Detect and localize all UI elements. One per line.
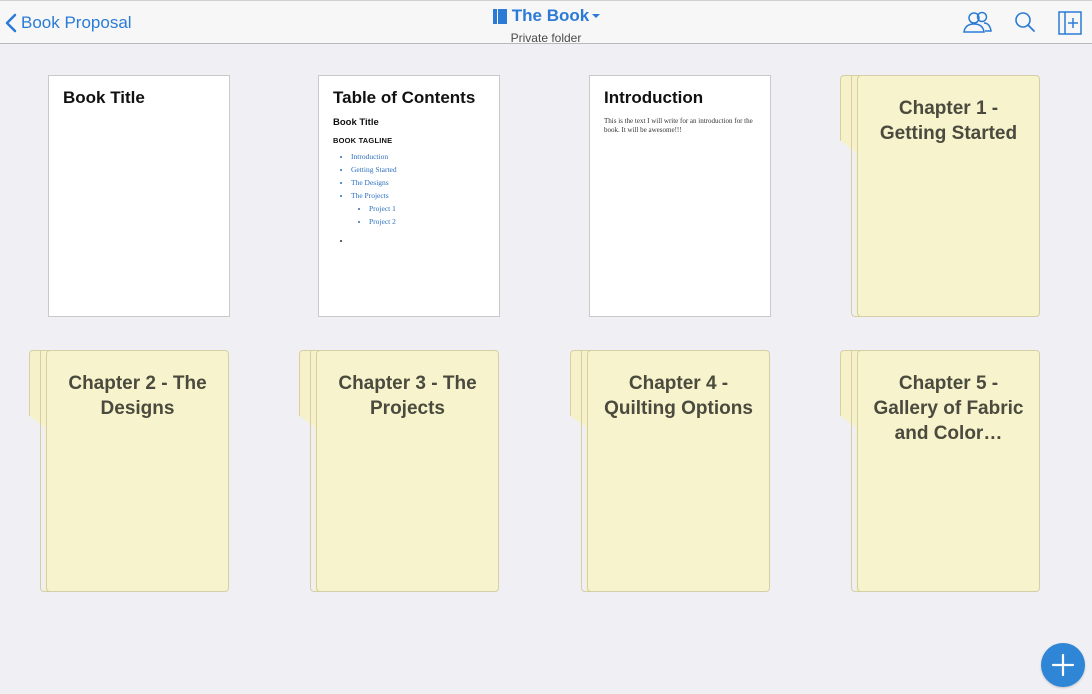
navigation-bar: Book Proposal The Book Private folder (0, 0, 1092, 45)
folder-title: Chapter 4 - Quilting Options (604, 373, 753, 419)
folder-title: The Book (511, 6, 590, 25)
folder-front: Chapter 4 - Quilting Options (587, 350, 770, 592)
back-button[interactable]: Book Proposal (5, 12, 132, 34)
document-title: Table of Contents (333, 88, 476, 107)
folder-front: Chapter 1 - Getting Started (857, 75, 1040, 317)
dropdown-caret-icon (592, 14, 601, 18)
document-introduction[interactable]: Introduction This is the text I will wri… (589, 75, 771, 317)
add-section-icon[interactable] (1058, 9, 1082, 40)
folder-chapter-3[interactable]: Chapter 3 - The Projects (299, 350, 499, 594)
folder-chapter-2[interactable]: Chapter 2 - The Designs (29, 350, 229, 594)
folder-chapter-5[interactable]: Chapter 5 - Gallery of Fabric and Color… (840, 350, 1040, 594)
document-title: Introduction (604, 88, 704, 107)
folder-chapter-1[interactable]: Chapter 1 - Getting Started (840, 75, 1040, 319)
folder-title: Chapter 1 - Getting Started (879, 98, 1018, 144)
folder-front: Chapter 5 - Gallery of Fabric and Color… (857, 350, 1040, 592)
toc-list: Introduction Getting Started The Designs… (333, 152, 485, 245)
toc-tagline: BOOK TAGLINE (333, 136, 393, 145)
folder-title: Chapter 3 - The Projects (338, 373, 477, 419)
collaborate-icon[interactable] (962, 10, 992, 39)
folder-title: Chapter 2 - The Designs (68, 373, 207, 419)
plus-icon (1051, 653, 1075, 677)
document-body: This is the text I will write for an int… (604, 117, 753, 134)
toc-subitem: Project 2 (369, 217, 485, 226)
folder-title-button[interactable]: The Book (492, 6, 601, 26)
toc-item: The Designs (351, 178, 485, 187)
folder-title: Chapter 5 - Gallery of Fabric and Color… (873, 373, 1024, 444)
back-chevron-icon (5, 13, 17, 33)
add-button[interactable] (1041, 643, 1085, 687)
folder-front: Chapter 2 - The Designs (46, 350, 229, 592)
book-icon (492, 8, 507, 24)
folder-subtitle: Private folder (510, 30, 582, 45)
toc-empty-item (351, 236, 485, 245)
toc-item: The Projects Project 1 Project 2 (351, 191, 485, 226)
toc-subheading: Book Title (333, 117, 379, 128)
folder-front: Chapter 3 - The Projects (316, 350, 499, 592)
toc-item-label: The Projects (351, 191, 389, 200)
toc-item: Getting Started (351, 165, 485, 174)
folder-chapter-4[interactable]: Chapter 4 - Quilting Options (570, 350, 770, 594)
document-table-of-contents[interactable]: Table of Contents Book Title BOOK TAGLIN… (318, 75, 500, 317)
toc-item: Introduction (351, 152, 485, 161)
document-title: Book Title (63, 88, 145, 107)
back-label: Book Proposal (21, 13, 132, 32)
document-book-title[interactable]: Book Title (48, 75, 230, 317)
search-icon[interactable] (1014, 11, 1036, 38)
toc-subitem: Project 1 (369, 204, 485, 213)
